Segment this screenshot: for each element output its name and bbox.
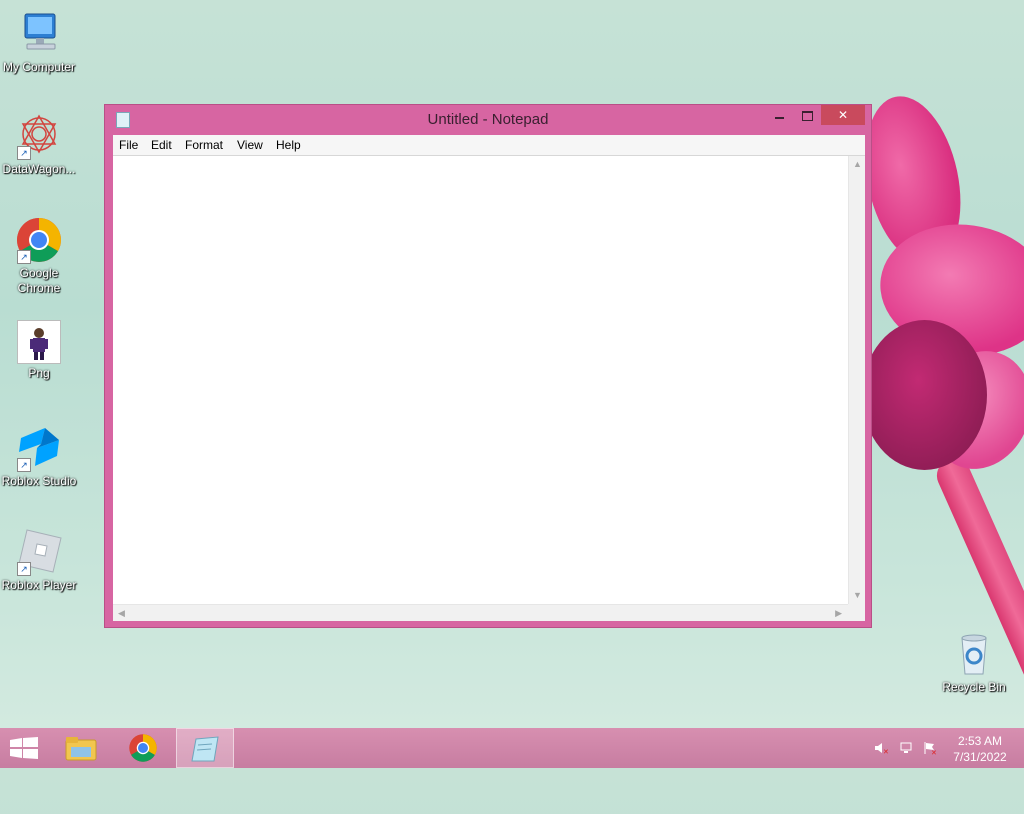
vertical-scrollbar[interactable]: ▲ ▼ — [848, 156, 865, 604]
roblox-studio-icon: ↗ — [15, 424, 63, 472]
system-clock[interactable]: 2:53 AM 7/31/2022 — [946, 733, 1014, 765]
menu-help[interactable]: Help — [276, 138, 301, 152]
taskbar-chrome[interactable] — [114, 728, 172, 768]
recycle-bin-icon — [950, 630, 998, 678]
desktop-icon-roblox-studio[interactable]: ↗ Roblox Studio — [1, 424, 77, 489]
taskbar: ✕ ✕ 2:53 AM 7/31/2022 — [0, 728, 1024, 768]
clock-date: 7/31/2022 — [953, 750, 1007, 764]
close-icon: ✕ — [837, 108, 849, 122]
windows-logo-icon — [10, 737, 38, 759]
desktop-icon-roblox-player[interactable]: ↗ Roblox Player — [1, 528, 77, 593]
desktop-icon-label: Recycle Bin — [942, 680, 1006, 694]
svg-text:✕: ✕ — [883, 749, 888, 755]
svg-text:✕: ✕ — [931, 750, 937, 755]
datawagon-icon: ↗ — [15, 112, 63, 160]
horizontal-scrollbar[interactable]: ◀ ▶ — [113, 604, 848, 621]
image-file-icon — [17, 320, 61, 364]
scroll-down-icon[interactable]: ▼ — [853, 590, 862, 600]
scroll-right-icon[interactable]: ▶ — [835, 608, 842, 619]
close-button[interactable]: ✕ — [821, 105, 865, 125]
volume-muted-icon[interactable]: ✕ — [874, 741, 889, 756]
notepad-window[interactable]: Untitled - Notepad ✕ File Edit Format Vi… — [104, 104, 872, 628]
minimize-button[interactable] — [765, 105, 793, 125]
desktop-icon-png[interactable]: Png — [1, 320, 77, 381]
scroll-up-icon[interactable]: ▲ — [853, 159, 862, 169]
clock-time: 2:53 AM — [957, 734, 1003, 748]
desktop-icon-my-computer[interactable]: My Computer — [1, 10, 77, 75]
desktop-icon-label: Roblox Studio — [1, 474, 77, 488]
text-editor[interactable] — [113, 156, 847, 604]
desktop-icon-label: DataWagon... — [2, 162, 76, 176]
desktop-icon-label: Png — [28, 366, 50, 380]
window-title: Untitled - Notepad — [427, 111, 549, 128]
desktop-icon-datawagon[interactable]: ↗ DataWagon... — [1, 112, 77, 177]
shortcut-arrow-icon: ↗ — [17, 250, 31, 264]
folder-icon — [65, 737, 97, 761]
maximize-button[interactable] — [793, 105, 821, 125]
roblox-player-icon: ↗ — [15, 528, 63, 576]
shortcut-arrow-icon: ↗ — [17, 458, 31, 472]
title-bar[interactable]: Untitled - Notepad ✕ — [105, 105, 871, 135]
action-center-flag-icon[interactable]: ✕ — [923, 741, 937, 757]
notepad-icon — [191, 736, 219, 762]
desktop-icon-label: Roblox Player — [1, 578, 77, 592]
chrome-icon — [129, 734, 157, 762]
menu-file[interactable]: File — [119, 138, 138, 152]
start-button[interactable] — [0, 728, 58, 768]
chrome-icon: ↗ — [15, 216, 63, 264]
menu-format[interactable]: Format — [185, 138, 223, 152]
computer-icon — [15, 10, 63, 58]
shortcut-arrow-icon: ↗ — [17, 146, 31, 160]
taskbar-file-explorer[interactable] — [52, 728, 110, 768]
desktop-icon-recycle-bin[interactable]: Recycle Bin — [936, 630, 1012, 695]
shortcut-arrow-icon: ↗ — [17, 562, 31, 576]
minimize-icon — [774, 117, 784, 119]
scroll-left-icon[interactable]: ◀ — [118, 608, 125, 619]
network-icon[interactable] — [899, 741, 913, 755]
menu-edit[interactable]: Edit — [151, 138, 172, 152]
resize-grip-icon[interactable] — [848, 604, 865, 621]
desktop-icon-label: My Computer — [2, 60, 76, 74]
menu-view[interactable]: View — [237, 138, 263, 152]
desktop-icon-label: Google Chrome — [17, 266, 61, 295]
maximize-icon — [801, 111, 813, 121]
notepad-client: File Edit Format View Help ▲ ▼ ◀ ▶ — [113, 135, 865, 621]
taskbar-notepad[interactable] — [176, 728, 234, 768]
menu-bar: File Edit Format View Help — [113, 135, 865, 156]
desktop-icon-google-chrome[interactable]: ↗ Google Chrome — [1, 216, 77, 296]
